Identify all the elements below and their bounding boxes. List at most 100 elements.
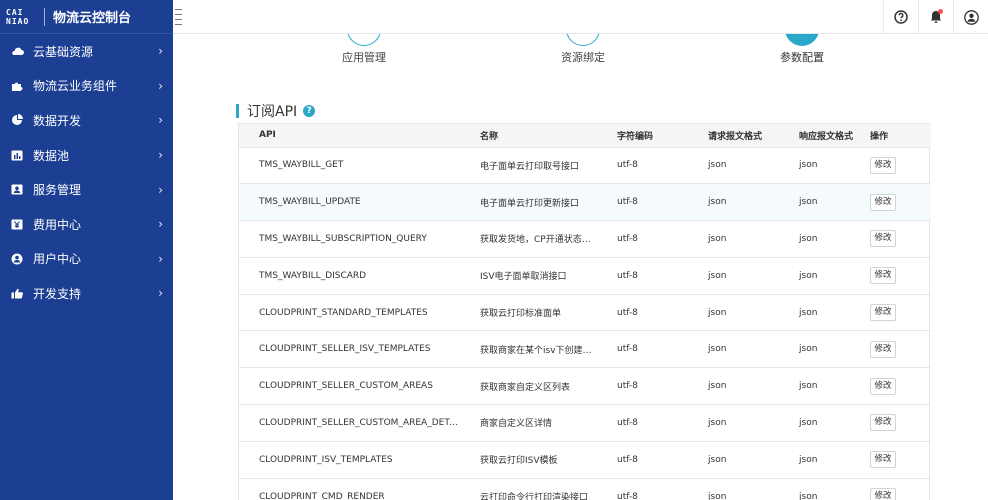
table-row: CLOUDPRINT_ISV_TEMPLATES 获取云打印ISV模板 utf-8 j…: [239, 441, 931, 478]
request-format-cell: json: [708, 344, 727, 355]
action-cell: 修改: [870, 257, 931, 294]
database-icon: [10, 148, 24, 162]
name-cell: 获取云打印ISV模板: [480, 456, 558, 467]
request-format-cell: json: [708, 160, 727, 171]
edit-button[interactable]: 修改: [870, 340, 896, 358]
sidebar-item-business-components[interactable]: 物流云业务组件 ›: [0, 69, 173, 104]
section-title-bar: [236, 104, 239, 118]
name-cell: 获取商家在某个isv下创建…: [480, 345, 592, 356]
edit-button[interactable]: 修改: [870, 304, 896, 322]
edit-button[interactable]: 修改: [870, 156, 896, 174]
encoding-cell: utf-8: [617, 307, 638, 318]
request-format-cell: json: [708, 270, 727, 281]
edit-button[interactable]: 修改: [870, 267, 896, 285]
column-header: 请求报文格式: [708, 131, 763, 142]
name-cell: 商家自定义区详情: [480, 419, 553, 430]
step-circle: [347, 34, 381, 46]
cloud-icon: [10, 44, 24, 58]
sidebar-item-label: 物流云业务组件: [33, 79, 118, 94]
api-cell: CLOUDPRINT_SELLER_ISV_TEMPLATES: [259, 344, 431, 355]
chevron-right-icon: ›: [158, 217, 163, 232]
table-row: CLOUDPRINT_SELLER_CUSTOM_AREAS 获取商家自定义区列表…: [239, 367, 931, 405]
edit-button[interactable]: 修改: [870, 377, 896, 395]
brand-divider: [44, 7, 45, 26]
sidebar: CAI NIAO 物流云控制台 云基础资源 › 物流云业务组件 › 数据开发 ›: [0, 0, 173, 500]
logo-line-1: CAI: [6, 7, 24, 17]
chevron-right-icon: ›: [158, 286, 163, 301]
chevron-right-icon: ›: [158, 182, 163, 197]
action-cell: 修改: [870, 331, 931, 368]
column-header: 字符编码: [617, 131, 654, 142]
column-header: API: [259, 130, 276, 141]
table-row: CLOUDPRINT_SELLER_ISV_TEMPLATES 获取商家在某个is…: [239, 330, 931, 368]
table-row: CLOUDPRINT_STANDARD_TEMPLATES 获取云打印标准面单 ut…: [239, 294, 931, 331]
action-cell: 修改: [870, 478, 931, 500]
action-cell: 修改: [870, 221, 931, 258]
table-header-row: API 名称 字符编码 请求报文格式 响应报文格式 操作: [239, 124, 931, 147]
sidebar-item-data-development[interactable]: 数据开发 ›: [0, 103, 173, 138]
api-cell: CLOUDPRINT_SELLER_CUSTOM_AREAS: [259, 381, 433, 392]
edit-button[interactable]: 修改: [870, 193, 896, 211]
response-format-cell: json: [799, 491, 818, 500]
bell-icon[interactable]: [918, 0, 953, 34]
name-cell: 电子面单云打印取号接口: [480, 161, 580, 172]
request-format-cell: json: [708, 307, 727, 318]
thumbs-up-icon: [10, 286, 24, 300]
sidebar-item-dev-support[interactable]: 开发支持 ›: [0, 276, 173, 311]
action-cell: 修改: [870, 441, 931, 478]
sidebar-item-label: 开发支持: [33, 286, 82, 301]
table-row: TMS_WAYBILL_DISCARD ISV电子面单取消接口 utf-8 json j…: [239, 257, 931, 294]
request-format-cell: json: [708, 417, 727, 428]
request-format-cell: json: [708, 381, 727, 392]
section-header: 订阅API ?: [236, 101, 316, 121]
api-cell: TMS_WAYBILL_UPDATE: [259, 197, 361, 208]
request-format-cell: json: [708, 454, 727, 465]
sidebar-item-user-center[interactable]: 用户中心 ›: [0, 242, 173, 277]
edit-button[interactable]: 修改: [870, 451, 896, 469]
edit-button[interactable]: 修改: [870, 230, 896, 248]
step-label: 参数配置: [780, 51, 824, 64]
help-icon[interactable]: [883, 0, 918, 34]
action-cell: 修改: [870, 184, 931, 221]
encoding-cell: utf-8: [617, 417, 638, 428]
name-cell: 获取发货地，CP开通状态…: [480, 235, 591, 246]
request-format-cell: json: [708, 233, 727, 244]
name-cell: ISV电子面单取消接口: [480, 272, 567, 283]
sidebar-item-label: 数据开发: [33, 113, 82, 128]
sidebar-item-service-management[interactable]: 服务管理 ›: [0, 172, 173, 207]
encoding-cell: utf-8: [617, 160, 638, 171]
column-header: 响应报文格式: [799, 131, 854, 142]
edit-button[interactable]: 修改: [870, 414, 896, 432]
encoding-cell: utf-8: [617, 270, 638, 281]
edit-button[interactable]: 修改: [870, 488, 896, 500]
step-circle: [566, 34, 600, 46]
sidebar-item-label: 费用中心: [33, 217, 82, 232]
api-table: API 名称 字符编码 请求报文格式 响应报文格式 操作 TMS_WAYBILL…: [238, 123, 931, 500]
sidebar-item-data-pool[interactable]: 数据池 ›: [0, 138, 173, 173]
step-label: 应用管理: [342, 51, 386, 64]
logo-line-2: NIAO: [6, 16, 30, 26]
pie-chart-icon: [10, 113, 24, 127]
sidebar-item-label: 用户中心: [33, 252, 82, 267]
id-card-icon: [10, 183, 24, 197]
response-format-cell: json: [799, 344, 818, 355]
table-row: TMS_WAYBILL_UPDATE 电子面单云打印更新接口 utf-8 json js…: [239, 183, 931, 221]
response-format-cell: json: [799, 454, 818, 465]
console-title: 物流云控制台: [53, 11, 132, 26]
menu-toggle-icon[interactable]: [175, 9, 182, 25]
response-format-cell: json: [799, 307, 818, 318]
top-bar: [173, 0, 988, 34]
api-cell: TMS_WAYBILL_GET: [259, 160, 344, 171]
api-cell: CLOUDPRINT_STANDARD_TEMPLATES: [259, 307, 428, 318]
request-format-cell: json: [708, 491, 727, 500]
encoding-cell: utf-8: [617, 344, 638, 355]
action-cell: 修改: [870, 147, 931, 184]
encoding-cell: utf-8: [617, 381, 638, 392]
sidebar-item-billing-center[interactable]: 费用中心 ›: [0, 207, 173, 242]
question-icon[interactable]: ?: [303, 105, 316, 117]
sidebar-item-cloud-resources[interactable]: 云基础资源 ›: [0, 34, 173, 69]
cainiao-logo[interactable]: CAI NIAO: [6, 8, 36, 26]
step-label: 资源绑定: [561, 51, 605, 64]
step-progress: 应用管理 资源绑定 参数配置: [173, 34, 988, 90]
user-avatar-icon[interactable]: [953, 0, 988, 34]
